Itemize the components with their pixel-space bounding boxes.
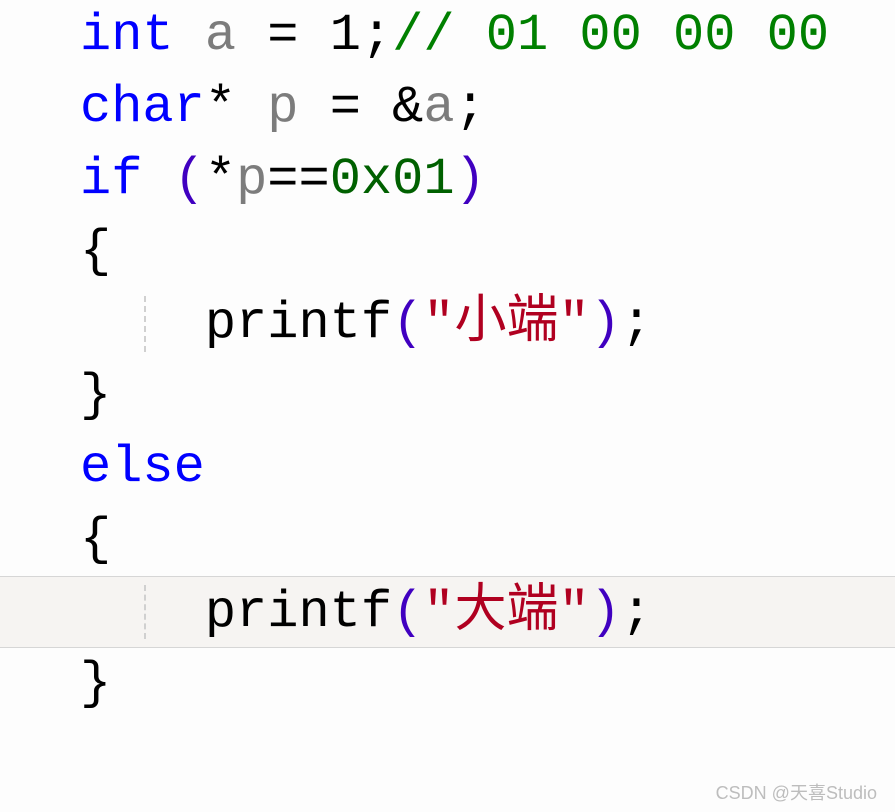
indent-guide (144, 296, 146, 352)
semicolon: ; (621, 294, 652, 353)
space (361, 78, 392, 137)
comment: // 01 00 00 00 (392, 6, 829, 65)
code-line-10: } (0, 648, 895, 720)
paren-open: ( (392, 294, 423, 353)
paren-open: ( (392, 583, 423, 642)
code-editor-view: int a = 1;// 01 00 00 00 char* p = &a; i… (0, 0, 895, 812)
watermark: CSDN @天喜Studio (716, 784, 877, 802)
brace-open: { (80, 222, 111, 281)
operator-assign: = (330, 78, 361, 137)
hex-literal: 0x01 (330, 150, 455, 209)
brace-close: } (80, 654, 111, 713)
brace-close: } (80, 366, 111, 425)
operator-addressof: & (392, 78, 423, 137)
keyword-char: char (80, 78, 205, 137)
code-line-2: char* p = &a; (0, 72, 895, 144)
operator-star: * (205, 78, 236, 137)
code-line-5: printf("小端"); (0, 288, 895, 360)
space (298, 78, 329, 137)
semicolon: ; (455, 78, 486, 137)
paren-open: ( (174, 150, 205, 209)
space (174, 6, 205, 65)
code-line-7: else (0, 432, 895, 504)
indent (80, 294, 205, 353)
indent-guide (144, 585, 146, 639)
space (299, 6, 330, 65)
function-printf: printf (205, 294, 392, 353)
identifier-a: a (423, 78, 454, 137)
paren-close: ) (590, 294, 621, 353)
code-line-6: } (0, 360, 895, 432)
semicolon: ; (621, 583, 652, 642)
code-line-4: { (0, 216, 895, 288)
identifier-p: p (267, 78, 298, 137)
keyword-if: if (80, 150, 142, 209)
space (142, 150, 173, 209)
space (236, 78, 267, 137)
code-line-1: int a = 1;// 01 00 00 00 (0, 0, 895, 72)
space (236, 6, 267, 65)
function-printf: printf (205, 583, 392, 642)
string-literal-big-endian: "大端" (423, 583, 589, 642)
paren-close: ) (590, 583, 621, 642)
paren-close: ) (455, 150, 486, 209)
code-line-8: { (0, 504, 895, 576)
operator-deref: * (205, 150, 236, 209)
identifier-a: a (205, 6, 236, 65)
operator-assign: = (267, 6, 298, 65)
code-line-9-current: printf("大端"); (0, 576, 895, 648)
semicolon: ; (361, 6, 392, 65)
string-literal-little-endian: "小端" (423, 294, 589, 353)
keyword-else: else (80, 438, 205, 497)
indent (80, 583, 205, 642)
keyword-int: int (80, 6, 174, 65)
brace-open: { (80, 510, 111, 569)
identifier-p: p (236, 150, 267, 209)
operator-eq: == (267, 150, 329, 209)
code-line-3: if (*p==0x01) (0, 144, 895, 216)
number-literal: 1 (330, 6, 361, 65)
